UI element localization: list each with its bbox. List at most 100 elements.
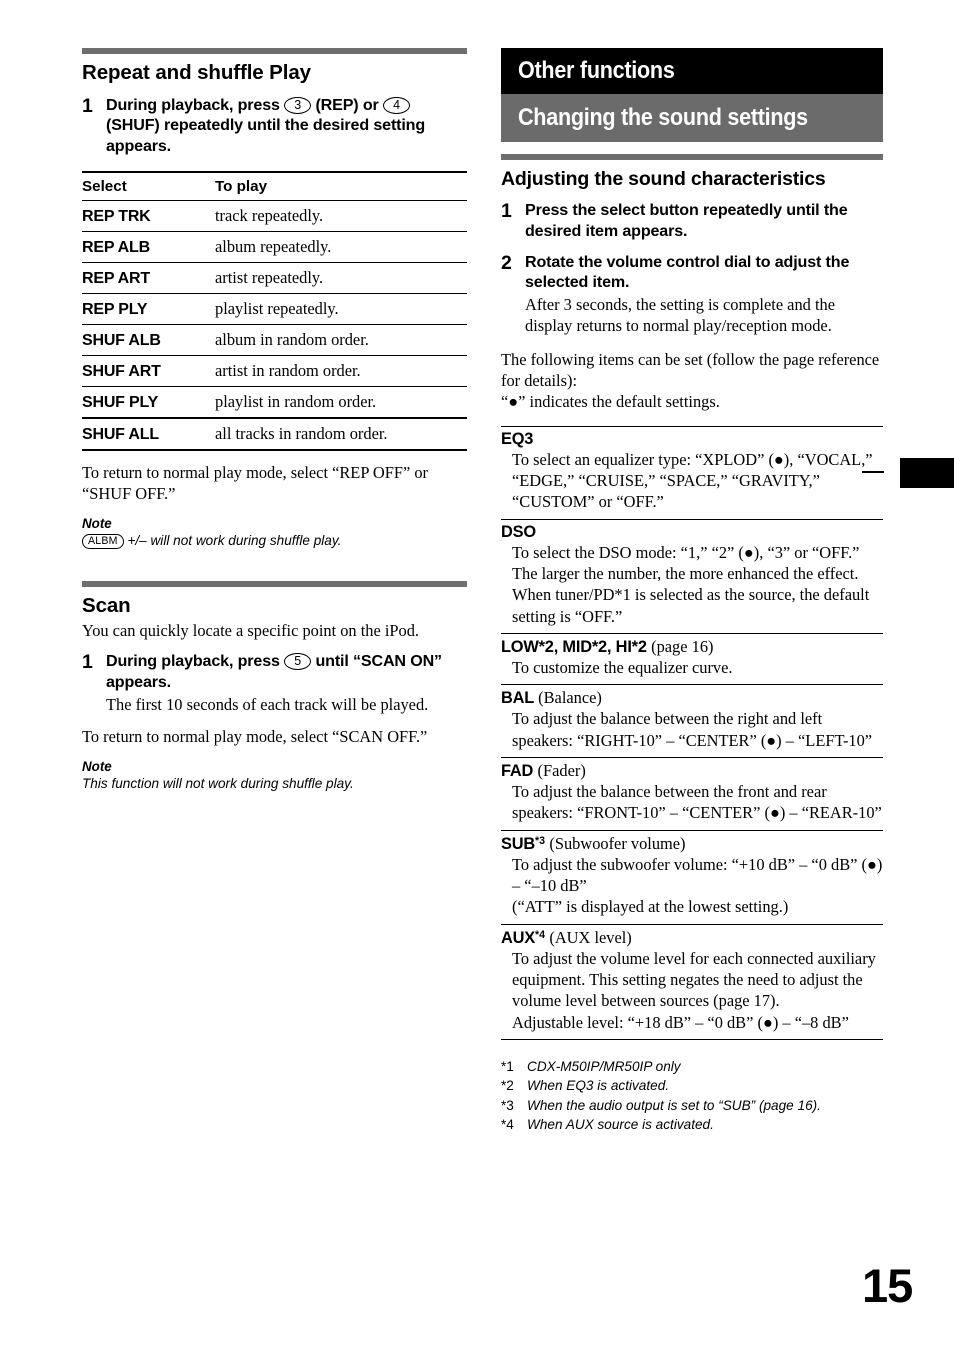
footnote-mark: *1 — [501, 1058, 514, 1074]
section-banner-text: Changing the sound settings — [518, 104, 808, 131]
setting-description: To customize the equalizer curve. — [512, 658, 733, 678]
setting-name-label: BAL — [501, 689, 534, 708]
edge-dash-marker — [862, 471, 884, 474]
note-body: +/– will not work during shuffle play. — [127, 533, 342, 549]
setting-name: BAL (Balance) — [501, 688, 883, 708]
footnote-row: *3 When the audio output is set to “SUB”… — [501, 1096, 883, 1115]
setting-description: To select the DSO mode: “1,” “2” (●), “3… — [512, 542, 870, 626]
note-label-1: Note — [82, 516, 112, 532]
note-label-2: Note — [82, 759, 112, 775]
setting-name-label: FAD — [501, 762, 534, 781]
cell-toplay: album in random order. — [215, 324, 467, 356]
table-row: SHUF ALL all tracks in random order. — [82, 417, 467, 451]
step-instruction: Rotate the volume control dial to adjust… — [525, 252, 850, 292]
setting-name: EQ3 — [501, 429, 534, 448]
setting-name-label: SUB — [501, 834, 536, 853]
cell-select: SHUF ART — [82, 355, 215, 387]
step-instruction: Press the select button repeatedly until… — [525, 201, 848, 240]
button-key-5-icon: 5 — [284, 653, 312, 671]
repeat-return-paragraph: To return to normal play mode, select “R… — [82, 462, 429, 504]
cell-select: REP PLY — [82, 293, 215, 325]
setting-name-paren: (AUX level) — [549, 927, 632, 947]
section-rule — [82, 48, 467, 54]
items-intro-paragraph: The following items can be set (follow t… — [501, 349, 880, 391]
setting-item-bal: BAL (Balance) To adjust the balance betw… — [501, 685, 883, 759]
table-header-toplay: To play — [215, 170, 467, 201]
table-row: REP ALB album repeatedly. — [82, 231, 467, 263]
cell-toplay: all tracks in random order. — [215, 417, 467, 451]
subsection-rule — [501, 154, 883, 160]
setting-item-fad: FAD (Fader) To adjust the balance betwee… — [501, 758, 883, 831]
page-number: 15 — [862, 1259, 913, 1312]
scan-intro: You can quickly locate a specific point … — [82, 620, 420, 640]
table-body: REP TRK track repeatedly. REP ALB album … — [82, 200, 467, 451]
cell-toplay: artist repeatedly. — [215, 262, 467, 294]
footnote-text: When AUX source is activated. — [527, 1117, 714, 1133]
section-rule — [82, 581, 467, 588]
left-column: Repeat and shuffle Play 1 During playbac… — [82, 48, 467, 793]
section-banner: Changing the sound settings — [501, 94, 883, 142]
right-column: Other functions Changing the sound setti… — [501, 48, 883, 1135]
step-repeat-1: 1 During playback, press 3 (REP) or 4 (S… — [82, 95, 467, 157]
step-number: 1 — [82, 651, 93, 674]
cell-toplay: playlist in random order. — [215, 386, 467, 419]
note-text-2: This function will not work during shuff… — [82, 776, 354, 792]
setting-item-low-mid-hi: LOW*2, MID*2, HI*2 (page 16) To customiz… — [501, 634, 883, 686]
repeat-shuffle-table: Select To play REP TRK track repeatedly.… — [82, 170, 467, 451]
footnote-ref: *3 — [535, 834, 546, 847]
subsection-title: Adjusting the sound characteristics — [501, 167, 826, 190]
footnote-mark: *4 — [501, 1117, 514, 1133]
step-body: Rotate the volume control dial to adjust… — [525, 252, 883, 337]
setting-name-paren: (Fader) — [537, 761, 586, 781]
note-text-1: ALBM +/– will not work during shuffle pl… — [82, 532, 467, 550]
table-row: REP ART artist repeatedly. — [82, 262, 467, 294]
cell-select: REP ART — [82, 262, 215, 294]
setting-name: SUB*3 (Subwoofer volume) — [501, 834, 883, 854]
footnote-row: *2 When EQ3 is activated. — [501, 1076, 883, 1095]
footnotes-block: *1 CDX-M50IP/MR50IP only *2 When EQ3 is … — [501, 1057, 883, 1135]
manual-page: Repeat and shuffle Play 1 During playbac… — [0, 0, 954, 1352]
table-row: REP TRK track repeatedly. — [82, 200, 467, 232]
step-text-b: (REP) or — [315, 95, 379, 114]
setting-name: FAD (Fader) — [501, 761, 883, 781]
step-scan-1: 1 During playback, press 5 until “SCAN O… — [82, 651, 467, 715]
step-text-c: (SHUF) repeatedly until the desired sett… — [106, 116, 426, 156]
setting-description: To adjust the balance between the front … — [512, 782, 882, 823]
setting-description: To adjust the volume level for each conn… — [512, 948, 876, 1032]
setting-item-aux: AUX*4 (AUX level) To adjust the volume l… — [501, 925, 883, 1040]
cell-select: REP ALB — [82, 231, 215, 263]
footnote-ref: *4 — [535, 928, 546, 941]
step-text-a: During playback, press — [106, 652, 280, 671]
chapter-banner: Other functions — [501, 48, 883, 94]
step-number: 1 — [501, 200, 512, 223]
table-row: SHUF PLY playlist in random order. — [82, 386, 467, 419]
step-adjust-1: 1 Press the select button repeatedly unt… — [501, 200, 883, 242]
default-indicator-note: “●” indicates the default settings. — [501, 392, 720, 412]
section-title-repeat-shuffle: Repeat and shuffle Play — [82, 61, 311, 84]
setting-item-dso: DSO To select the DSO mode: “1,” “2” (●)… — [501, 520, 883, 635]
setting-name: LOW*2, MID*2, HI*2 (page 16) — [501, 637, 883, 657]
footnote-row: *1 CDX-M50IP/MR50IP only — [501, 1057, 883, 1076]
step-instruction: During playback, press 3 (REP) or 4 (SHU… — [106, 95, 467, 157]
section-title-scan: Scan — [82, 594, 131, 618]
cell-toplay: album repeatedly. — [215, 231, 467, 263]
step-number: 1 — [82, 94, 93, 117]
footnote-text: When the audio output is set to “SUB” (p… — [527, 1097, 821, 1113]
albm-badge: ALBM — [82, 534, 124, 550]
chapter-edge-tab — [900, 458, 954, 488]
step-instruction: During playback, press 5 until “SCAN ON”… — [106, 651, 467, 693]
setting-name-label: LOW*2, MID*2, HI*2 — [501, 638, 647, 657]
step-detail: The first 10 seconds of each track will … — [106, 694, 429, 714]
cell-toplay: playlist repeatedly. — [215, 293, 467, 325]
setting-name: AUX*4 (AUX level) — [501, 928, 883, 948]
cell-select: SHUF ALB — [82, 324, 215, 356]
footnote-row: *4 When AUX source is activated. — [501, 1115, 883, 1134]
settings-items-list: EQ3 To select an equalizer type: “XPLOD”… — [501, 425, 883, 1040]
table-row: SHUF ALB album in random order. — [82, 324, 467, 356]
setting-description: To adjust the balance between the right … — [512, 709, 873, 750]
step-adjust-2: 2 Rotate the volume control dial to adju… — [501, 252, 883, 337]
cell-select: REP TRK — [82, 200, 215, 232]
setting-item-sub: SUB*3 (Subwoofer volume) To adjust the s… — [501, 831, 883, 925]
cell-select: SHUF ALL — [82, 417, 215, 451]
step-body: During playback, press 3 (REP) or 4 (SHU… — [106, 95, 467, 157]
